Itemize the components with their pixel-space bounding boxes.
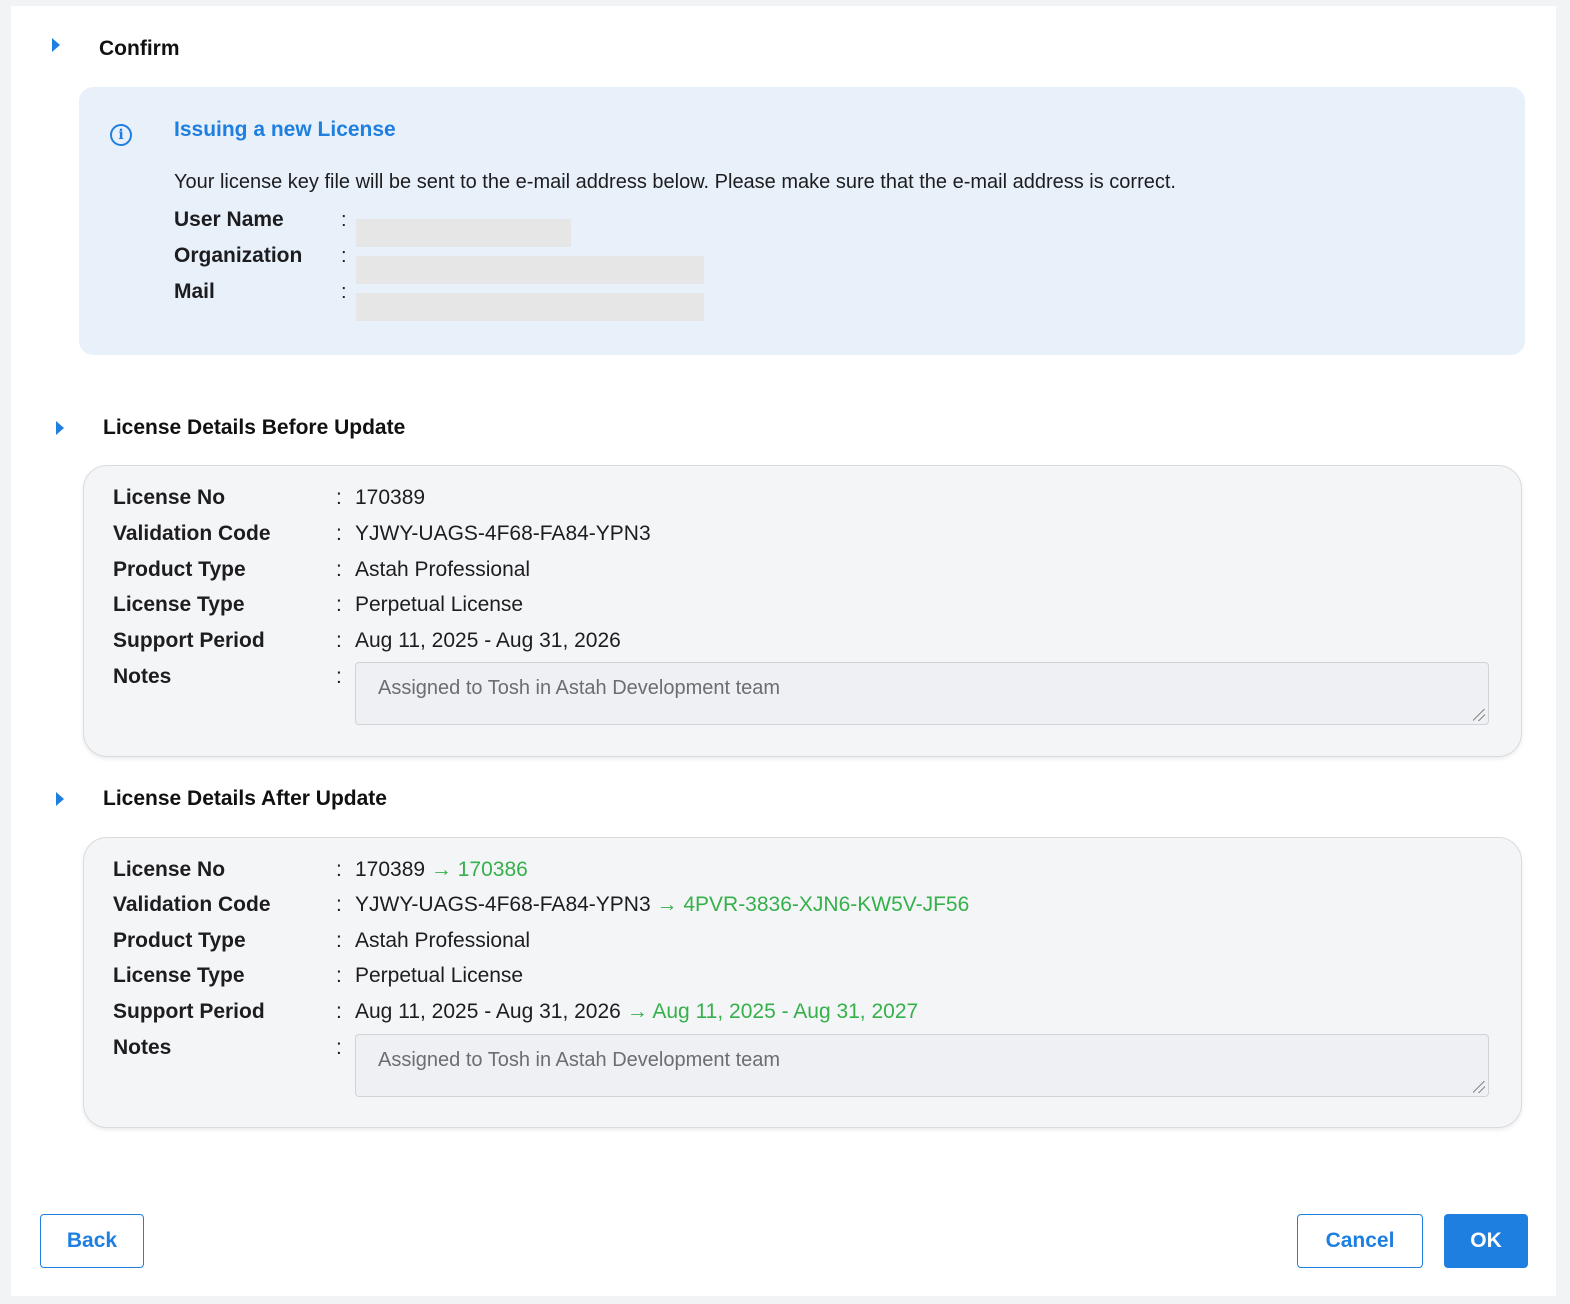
caret-right-icon bbox=[56, 421, 64, 435]
support-period-value: Aug 11, 2025 - Aug 31, 2026 bbox=[355, 629, 621, 652]
before-section-header[interactable] bbox=[56, 421, 64, 435]
ok-button[interactable]: OK bbox=[1444, 1214, 1528, 1268]
colon: : bbox=[336, 486, 342, 509]
colon: : bbox=[336, 929, 342, 952]
caret-right-icon bbox=[52, 38, 60, 52]
colon: : bbox=[336, 558, 342, 581]
before-license-type-row: License Type : Perpetual License bbox=[84, 593, 1521, 623]
colon: : bbox=[336, 665, 342, 688]
license-type-label: License Type bbox=[113, 593, 245, 616]
validation-code-label: Validation Code bbox=[113, 893, 271, 916]
new-value: → 170386 bbox=[430, 858, 528, 881]
product-type-value: Astah Professional bbox=[355, 558, 531, 581]
support-period-label: Support Period bbox=[113, 629, 265, 652]
resize-handle-icon[interactable] bbox=[1473, 709, 1485, 721]
colon: : bbox=[336, 522, 342, 545]
colon: : bbox=[336, 593, 342, 616]
license-no-label: License No bbox=[113, 858, 226, 881]
after-license-no-row: License No : 170389 → 170386 bbox=[84, 858, 1521, 888]
info-icon: i bbox=[110, 124, 132, 146]
colon: : bbox=[336, 1036, 342, 1059]
validation-code-value: YJWY-UAGS-4F68-FA84-YPN3 bbox=[355, 522, 651, 545]
notes-label: Notes bbox=[113, 1036, 172, 1059]
support-period-label: Support Period bbox=[113, 1000, 265, 1023]
validation-code-label: Validation Code bbox=[113, 522, 271, 545]
caret-right-icon bbox=[56, 792, 64, 806]
old-value: 170389 bbox=[355, 858, 426, 881]
license-type-value: Perpetual License bbox=[355, 593, 524, 616]
license-no-value: 170389 bbox=[355, 486, 426, 509]
new-value: → 4PVR-3836-XJN6-KW5V-JF56 bbox=[656, 893, 970, 916]
after-product-type-row: Product Type : Astah Professional bbox=[84, 929, 1521, 959]
colon: : bbox=[336, 893, 342, 916]
colon: : bbox=[336, 1000, 342, 1023]
mail-label: Mail bbox=[174, 280, 215, 303]
after-validation-code-row: Validation Code : YJWY-UAGS-4F68-FA84-YP… bbox=[84, 893, 1521, 923]
organization-label: Organization bbox=[174, 244, 303, 267]
product-type-label: Product Type bbox=[113, 929, 246, 952]
after-title: License Details After Update bbox=[103, 787, 387, 810]
info-message: Your license key file will be sent to th… bbox=[174, 171, 1176, 193]
license-no-value: 170389 → 170386 bbox=[355, 858, 528, 882]
license-type-label: License Type bbox=[113, 964, 245, 987]
notes-text: Assigned to Tosh in Astah Development te… bbox=[378, 1049, 781, 1071]
colon: : bbox=[341, 208, 347, 231]
before-validation-code-row: Validation Code : YJWY-UAGS-4F68-FA84-YP… bbox=[84, 522, 1521, 552]
confirm-title: Confirm bbox=[99, 37, 180, 60]
user-name-label: User Name bbox=[174, 208, 284, 231]
support-period-value: Aug 11, 2025 - Aug 31, 2026 → Aug 11, 20… bbox=[355, 1000, 918, 1024]
after-section-header[interactable] bbox=[56, 792, 64, 806]
user-name-value-redacted bbox=[356, 219, 571, 247]
before-support-period-row: Support Period : Aug 11, 2025 - Aug 31, … bbox=[84, 629, 1521, 659]
after-notes-field[interactable]: Assigned to Tosh in Astah Development te… bbox=[355, 1034, 1489, 1097]
notes-label: Notes bbox=[113, 665, 172, 688]
colon: : bbox=[336, 858, 342, 881]
cancel-button[interactable]: Cancel bbox=[1297, 1214, 1423, 1268]
new-value: → Aug 11, 2025 - Aug 31, 2027 bbox=[626, 1000, 919, 1023]
product-type-value: Astah Professional bbox=[355, 929, 531, 952]
before-license-no-row: License No : 170389 bbox=[84, 486, 1521, 516]
license-type-value: Perpetual License bbox=[355, 964, 524, 987]
product-type-label: Product Type bbox=[113, 558, 246, 581]
before-panel: License No : 170389 Validation Code : YJ… bbox=[83, 465, 1522, 757]
old-value: YJWY-UAGS-4F68-FA84-YPN3 bbox=[355, 893, 651, 916]
info-title: Issuing a new License bbox=[174, 118, 396, 141]
mail-value-redacted bbox=[356, 293, 704, 321]
colon: : bbox=[336, 629, 342, 652]
after-support-period-row: Support Period : Aug 11, 2025 - Aug 31, … bbox=[84, 1000, 1521, 1030]
license-no-label: License No bbox=[113, 486, 226, 509]
after-license-type-row: License Type : Perpetual License bbox=[84, 964, 1521, 994]
notes-text: Assigned to Tosh in Astah Development te… bbox=[378, 677, 781, 699]
organization-value-redacted bbox=[356, 256, 704, 284]
colon: : bbox=[341, 280, 347, 303]
back-button[interactable]: Back bbox=[40, 1214, 144, 1268]
after-panel: License No : 170389 → 170386 Validation … bbox=[83, 837, 1522, 1128]
resize-handle-icon[interactable] bbox=[1473, 1081, 1485, 1093]
before-product-type-row: Product Type : Astah Professional bbox=[84, 558, 1521, 588]
colon: : bbox=[336, 964, 342, 987]
old-value: Aug 11, 2025 - Aug 31, 2026 bbox=[355, 1000, 621, 1023]
before-title: License Details Before Update bbox=[103, 416, 406, 439]
before-notes-field[interactable]: Assigned to Tosh in Astah Development te… bbox=[355, 662, 1489, 725]
validation-code-value: YJWY-UAGS-4F68-FA84-YPN3 → 4PVR-3836-XJN… bbox=[355, 893, 969, 917]
confirm-section-header[interactable] bbox=[52, 38, 60, 52]
colon: : bbox=[341, 244, 347, 267]
